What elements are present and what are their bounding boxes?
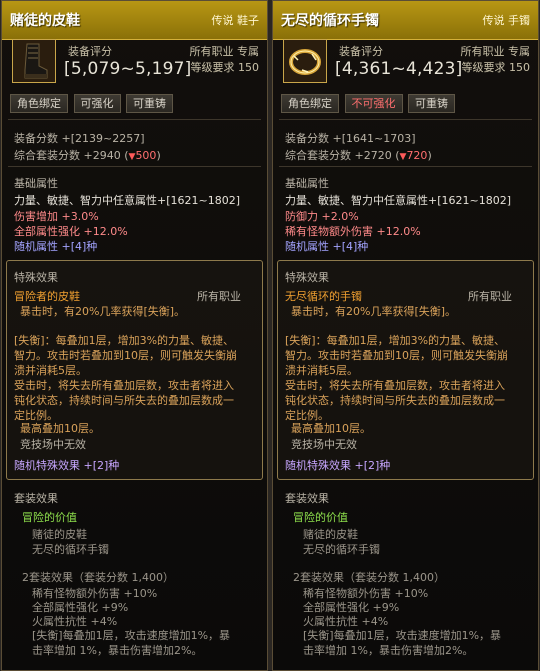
special-job: 所有职业 xyxy=(197,290,241,303)
random-stats: 随机属性 +[4]种 xyxy=(285,240,369,253)
special-line: 智力。攻击时若叠加到10层，则可触发失衡崩 xyxy=(14,349,237,362)
special-line: 最高叠加10层。 xyxy=(291,422,371,435)
basic-stat-3: 稀有怪物额外伤害 +12.0% xyxy=(285,225,421,238)
basic-stat-main: 力量、敏捷、智力中任意属性+[1621~1802] xyxy=(285,194,512,207)
boot-icon xyxy=(12,39,56,83)
job-restriction: 所有职业 专属 xyxy=(189,45,260,58)
special-line: 智力。攻击时若叠加到10层，则可触发失衡崩 xyxy=(285,349,508,362)
divider xyxy=(279,119,532,120)
special-line: 暴击时，有20%几率获得[失衡]。 xyxy=(291,305,457,318)
set-item: 无尽的循环手镯 xyxy=(303,543,380,556)
set-bonus-title: 2套装效果（套装分数 1,400） xyxy=(22,571,174,584)
level-requirement: 等级要求 150 xyxy=(461,61,531,74)
random-stats: 随机属性 +[4]种 xyxy=(14,240,98,253)
special-random: 随机特殊效果 +[2]种 xyxy=(14,459,120,472)
item-rarity-type: 传说 鞋子 xyxy=(211,14,260,27)
item-tooltip-bracelet: 无尽的循环手镯 传说 手镯 装备评分 [4,361~4,423] 所有职业 专属… xyxy=(272,0,539,671)
special-line: 受击时，将失去所有叠加层数，攻击者将进入 xyxy=(285,379,505,392)
bind-tag: 角色绑定 xyxy=(10,94,68,113)
basic-stat-3: 全部属性强化 +12.0% xyxy=(14,225,128,238)
set-name: 冒险的价值 xyxy=(293,511,348,524)
score-range: [5,079~5,197] xyxy=(64,59,192,79)
divider xyxy=(8,119,261,120)
special-line: 溃并消耗5层。 xyxy=(285,364,358,377)
item-title: 无尽的循环手镯 xyxy=(281,13,379,29)
basic-stat-2: 防御力 +2.0% xyxy=(285,210,359,223)
status-tags: 角色绑定 可强化 可重铸 xyxy=(10,94,175,113)
tooltip-header: 赌徒的皮鞋 传说 鞋子 xyxy=(2,1,267,40)
level-requirement: 等级要求 150 xyxy=(190,61,260,74)
set-score-diff: 500 xyxy=(135,149,157,162)
basic-stat-2: 伤害增加 +3.0% xyxy=(14,210,99,223)
set-bonus-title: 2套装效果（套装分数 1,400） xyxy=(293,571,445,584)
enhance-tag: 可强化 xyxy=(73,94,121,113)
basic-stat-main: 力量、敏捷、智力中任意属性+[1621~1802] xyxy=(14,194,241,207)
score-range: [4,361~4,423] xyxy=(335,59,463,79)
item-rarity-type: 传说 手镯 xyxy=(482,14,531,27)
set-title: 套装效果 xyxy=(14,492,58,505)
special-title: 特殊效果 xyxy=(285,271,329,284)
special-line: 溃并消耗5层。 xyxy=(14,364,87,377)
special-line: 竞技场中无效 xyxy=(291,438,357,451)
job-restriction: 所有职业 专属 xyxy=(460,45,531,58)
special-line: [失衡]：每叠加1层，增加3%的力量、敏捷、 xyxy=(285,334,506,347)
ring-bracelet-icon xyxy=(283,39,327,83)
reforge-tag: 可重铸 xyxy=(408,94,455,113)
set-bonus-line: [失衡]每叠加1层，攻击速度增加1%，暴 xyxy=(32,629,231,642)
set-score: 综合套装分数 +2720 (▼720) xyxy=(285,149,432,162)
enhance-tag: 不可强化 xyxy=(344,94,403,113)
divider xyxy=(279,166,532,167)
score-label: 装备评分 xyxy=(68,45,112,58)
set-item: 赌徒的皮鞋 xyxy=(303,528,358,541)
set-score-text: 综合套装分数 +2720 xyxy=(285,149,392,162)
set-score-diff: 720 xyxy=(406,149,428,162)
status-tags: 角色绑定 不可强化 可重铸 xyxy=(281,94,457,113)
special-line: 暴击时，有20%几率获得[失衡]。 xyxy=(20,305,186,318)
score-label: 装备评分 xyxy=(339,45,383,58)
set-item: 赌徒的皮鞋 xyxy=(32,528,87,541)
set-bonus-line: [失衡]每叠加1层，攻击速度增加1%，暴 xyxy=(303,629,502,642)
special-name: 无尽循环的手镯 xyxy=(285,290,362,303)
basic-title: 基础属性 xyxy=(285,177,329,190)
set-bonus-line: 击率增加 1%，暴击伤害增加2%。 xyxy=(303,644,474,657)
item-tooltip-boots: 赌徒的皮鞋 传说 鞋子 装备评分 [5,079~5,197] 所有职业 专属 等… xyxy=(1,0,268,671)
special-line: 受击时，将失去所有叠加层数，攻击者将进入 xyxy=(14,379,234,392)
special-name: 冒险者的皮鞋 xyxy=(14,290,80,303)
special-job: 所有职业 xyxy=(468,290,512,303)
special-title: 特殊效果 xyxy=(14,271,58,284)
set-title: 套装效果 xyxy=(285,492,329,505)
set-bonus-line: 击率增加 1%，暴击伤害增加2%。 xyxy=(32,644,203,657)
set-item: 无尽的循环手镯 xyxy=(32,543,109,556)
special-line: 最高叠加10层。 xyxy=(20,422,100,435)
reforge-tag: 可重铸 xyxy=(126,94,173,113)
special-line: 钝化状态，持续时间与所失去的叠加层数成一 xyxy=(14,394,234,407)
special-line: 钝化状态，持续时间与所失去的叠加层数成一 xyxy=(285,394,505,407)
tooltip-header: 无尽的循环手镯 传说 手镯 xyxy=(273,1,538,40)
item-title: 赌徒的皮鞋 xyxy=(10,13,80,29)
equip-score: 装备分数 +[1641~1703] xyxy=(285,132,416,145)
set-score: 综合套装分数 +2940 (▼500) xyxy=(14,149,161,162)
equip-score: 装备分数 +[2139~2257] xyxy=(14,132,145,145)
special-random: 随机特殊效果 +[2]种 xyxy=(285,459,391,472)
special-line: [失衡]：每叠加1层，增加3%的力量、敏捷、 xyxy=(14,334,235,347)
basic-title: 基础属性 xyxy=(14,177,58,190)
set-score-text: 综合套装分数 +2940 xyxy=(14,149,121,162)
bind-tag: 角色绑定 xyxy=(281,94,339,113)
set-name: 冒险的价值 xyxy=(22,511,77,524)
divider xyxy=(8,166,261,167)
special-line: 竞技场中无效 xyxy=(20,438,86,451)
